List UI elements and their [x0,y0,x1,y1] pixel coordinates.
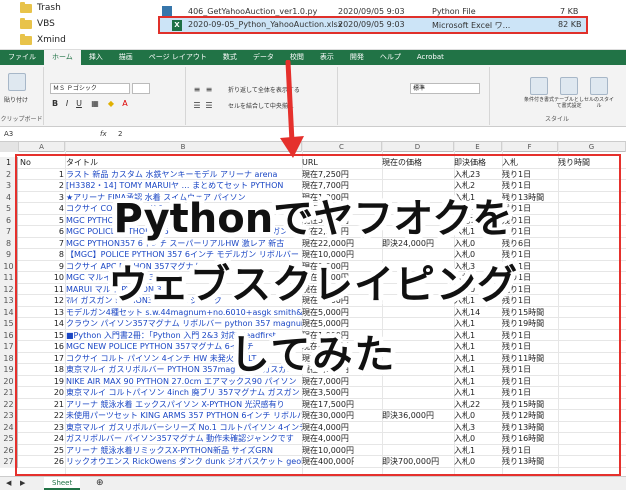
python-file-icon [162,6,172,16]
alignment-group: 折り返して全体を表示する セルを結合して中央揃え ≡ ≡ ☰ ☰ [188,67,338,125]
folder-icon [20,1,32,13]
file-type: Microsoft Excel ワ... [432,21,511,30]
ribbon-home: 貼り付け クリップボード ＭＳ Ｐゴシック B I U ▦ ◆ A 折り返して全… [0,65,626,127]
select-all-corner[interactable] [0,142,19,152]
screenshot-root: { "explorer": { "folders": ["Trash", "VB… [0,0,626,490]
folder-item-trash[interactable]: Trash [0,0,61,16]
font-size-select[interactable] [132,83,150,94]
folder-icon [20,33,32,45]
file-date: 2020/09/05 9:03 [338,20,405,29]
cell-style-button[interactable]: セルのスタイル [584,97,614,109]
paste-icon[interactable] [8,73,26,91]
underline-button[interactable]: U [74,99,84,109]
caption-line-1: Pythonでヤフオクを [113,196,513,242]
align-middle-icon[interactable]: ≡ [204,85,214,95]
excel-file-icon: X [172,20,182,31]
tab-draw[interactable]: 描画 [111,50,141,65]
file-explorer-pane: Trash VBS Xmind 406_GetYahooAuction_ver1… [0,0,626,50]
styles-group: 条件付き書式 テーブルとして書式設定 セルのスタイル スタイル [492,67,622,125]
tab-home[interactable]: ホーム [44,50,81,65]
folder-label: Xmind [37,35,66,45]
caption-line-3: してみた [229,332,397,378]
italic-button[interactable]: I [62,99,72,109]
bold-button[interactable]: B [50,99,60,109]
add-sheet-icon[interactable]: ⊕ [96,478,104,488]
font-color-icon[interactable]: A [120,99,130,109]
border-icon[interactable]: ▦ [90,99,100,109]
folder-item-xmind[interactable]: Xmind [0,32,66,48]
formula-bar: A3 fx 2 [0,127,626,142]
tab-help[interactable]: ヘルプ [372,50,409,65]
file-row-xlsx-selected[interactable]: X 2020-09-05_Python_YahooAuction.xlsx 20… [158,16,588,34]
caption-line-2: ウェブスクレイピング [108,262,518,308]
tab-insert[interactable]: 挿入 [81,50,111,65]
align-top-icon[interactable]: ≡ [192,85,202,95]
ribbon-tab-bar: ファイル ホーム 挿入 描画 ページ レイアウト 数式 データ 校閲 表示 開発… [0,50,626,65]
annotation-arrow-icon [280,60,304,158]
file-date: 2020/09/05 9:03 [338,6,405,16]
column-header-e[interactable]: E [454,142,502,152]
folder-item-vbs[interactable]: VBS [0,16,55,32]
folder-icon [20,17,32,29]
tab-view[interactable]: 表示 [312,50,342,65]
align-center-icon[interactable]: ☰ [204,101,214,111]
name-box[interactable]: A3 [4,130,54,138]
tab-acrobat[interactable]: Acrobat [409,50,452,65]
clipboard-group: 貼り付け クリップボード [0,67,44,125]
tab-file[interactable]: ファイル [0,50,44,65]
column-header-bar: A B C D E F G [0,142,626,152]
column-header-b[interactable]: B [65,142,302,152]
fx-icon[interactable]: fx [100,130,107,138]
file-name: 2020-09-05_Python_YahooAuction.xlsx [188,20,343,29]
cell-style-icon[interactable] [590,77,608,95]
styles-group-label: スタイル [544,116,569,123]
font-name-select[interactable]: ＭＳ Ｐゴシック [50,83,130,94]
clipboard-group-label: クリップボード [0,116,43,123]
column-header-g[interactable]: G [558,142,626,152]
table-format-icon[interactable] [560,77,578,95]
sheet-tab[interactable]: Sheet [44,477,81,490]
column-header-a[interactable]: A [19,142,65,152]
file-name: 406_GetYahooAuction_ver1.0.py [188,6,318,16]
conditional-format-icon[interactable] [530,77,548,95]
fill-color-icon[interactable]: ◆ [106,99,116,109]
number-group: 標準 [340,67,490,125]
folder-label: Trash [37,3,61,13]
file-type: Python File [432,6,476,16]
formula-input[interactable]: 2 [118,130,122,138]
tab-formulas[interactable]: 数式 [215,50,245,65]
table-format-button[interactable]: テーブルとして書式設定 [554,97,584,109]
tab-developer[interactable]: 開発 [342,50,372,65]
align-left-icon[interactable]: ☰ [192,101,202,111]
tab-page-layout[interactable]: ページ レイアウト [141,50,215,65]
file-size: 7 KB [560,6,579,16]
font-group: ＭＳ Ｐゴシック B I U ▦ ◆ A [46,67,186,125]
prev-sheet-icon[interactable]: ◀ [6,479,11,487]
file-size: 82 KB [558,20,582,29]
paste-button[interactable]: 貼り付け [4,95,28,104]
column-header-d[interactable]: D [382,142,454,152]
number-format-select[interactable]: 標準 [410,83,480,94]
next-sheet-icon[interactable]: ▶ [20,479,25,487]
column-header-c[interactable]: C [302,142,382,152]
sheet-tab-bar: ◀ ▶ Sheet ⊕ [0,476,626,490]
folder-label: VBS [37,19,55,29]
conditional-format-button[interactable]: 条件付き書式 [524,97,554,103]
column-header-f[interactable]: F [502,142,558,152]
